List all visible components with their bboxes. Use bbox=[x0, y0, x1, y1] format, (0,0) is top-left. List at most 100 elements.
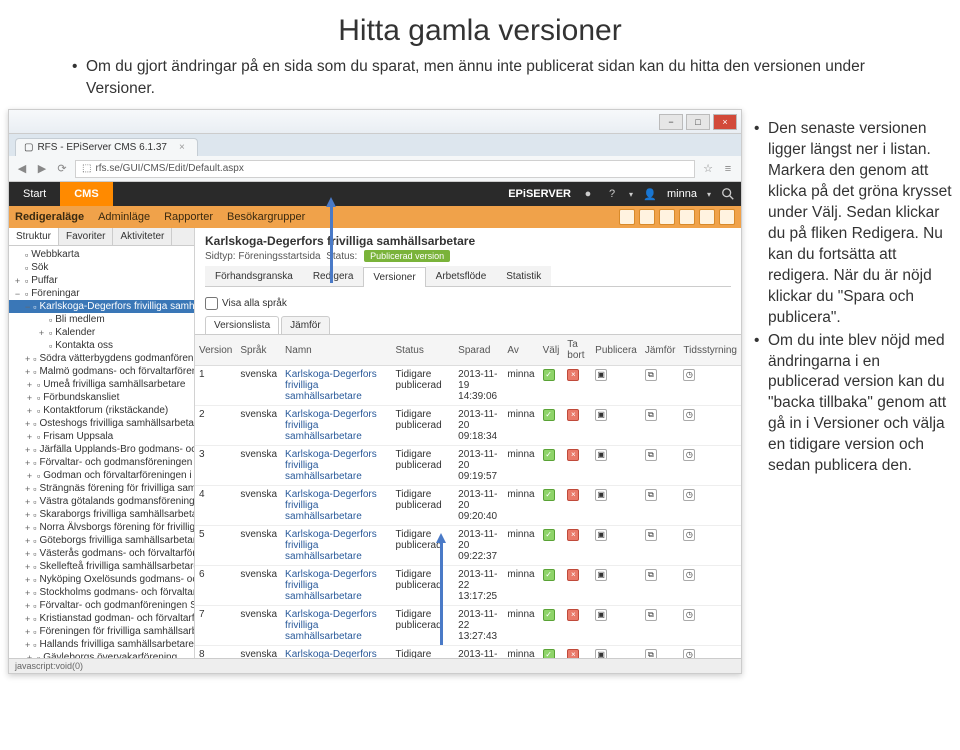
delete-icon[interactable]: × bbox=[567, 609, 579, 621]
table-row[interactable]: 5svenskaKarlskoga-Degerfors frivilliga s… bbox=[195, 526, 741, 566]
publish-icon[interactable]: ▣ bbox=[595, 569, 607, 581]
tree-item[interactable]: +▫Skellefteå frivilliga samhällsarbetare bbox=[9, 560, 194, 573]
tree-item[interactable]: +▫Kalender bbox=[9, 326, 194, 339]
tree-item[interactable]: +▫Förvaltar- och godmanföreningen S bbox=[9, 599, 194, 612]
select-icon[interactable]: ✓ bbox=[543, 489, 555, 501]
forward-icon[interactable]: ▶ bbox=[35, 162, 49, 176]
tree-toggle-icon[interactable]: + bbox=[25, 640, 30, 650]
tree-toggle-icon[interactable]: + bbox=[25, 627, 30, 637]
tree-item[interactable]: +▫Stockholms godmans- och förvaltarf bbox=[9, 586, 194, 599]
tree-item[interactable]: +▫Norra Älvsborgs förening för frivillig… bbox=[9, 521, 194, 534]
version-name-link[interactable]: Karlskoga-Degerfors frivilliga samhällsa… bbox=[285, 649, 377, 658]
tree-item[interactable]: +▫Förbundskansliet bbox=[9, 391, 194, 404]
bookmark-icon[interactable]: ☆ bbox=[701, 162, 715, 176]
table-row[interactable]: 3svenskaKarlskoga-Degerfors frivilliga s… bbox=[195, 446, 741, 486]
tree-toggle-icon[interactable]: + bbox=[25, 432, 34, 442]
tree-toggle-icon[interactable]: + bbox=[25, 549, 30, 559]
toolbar-icon[interactable] bbox=[639, 209, 655, 225]
tree-item[interactable]: +▫Osteshogs frivilliga samhällsarbetar bbox=[9, 417, 194, 430]
tree-toggle-icon[interactable]: + bbox=[25, 484, 30, 494]
select-icon[interactable]: ✓ bbox=[543, 569, 555, 581]
table-row[interactable]: 2svenskaKarlskoga-Degerfors frivilliga s… bbox=[195, 406, 741, 446]
tree-toggle-icon[interactable]: + bbox=[25, 588, 30, 598]
window-minimize-button[interactable]: − bbox=[659, 114, 683, 130]
tree-item[interactable]: +▫Frisam Uppsala bbox=[9, 430, 194, 443]
tree-toggle-icon[interactable]: + bbox=[37, 328, 46, 338]
tree-toggle-icon[interactable]: + bbox=[25, 458, 30, 468]
toolbar-icon[interactable] bbox=[679, 209, 695, 225]
compare-icon[interactable]: ⧉ bbox=[645, 409, 657, 421]
schedule-icon[interactable]: ◷ bbox=[683, 569, 695, 581]
tree-item[interactable]: +▫Skaraborgs frivilliga samhällsarbetar bbox=[9, 508, 194, 521]
submenu-adminlage[interactable]: Adminläge bbox=[98, 211, 150, 223]
version-name-link[interactable]: Karlskoga-Degerfors frivilliga samhällsa… bbox=[285, 449, 377, 482]
tree-toggle-icon[interactable]: + bbox=[25, 523, 30, 533]
delete-icon[interactable]: × bbox=[567, 489, 579, 501]
compare-icon[interactable]: ⧉ bbox=[645, 569, 657, 581]
close-tab-icon[interactable]: × bbox=[179, 142, 185, 153]
toolbar-icon[interactable] bbox=[719, 209, 735, 225]
version-name-link[interactable]: Karlskoga-Degerfors frivilliga samhällsa… bbox=[285, 609, 377, 642]
version-name-link[interactable]: Karlskoga-Degerfors frivilliga samhällsa… bbox=[285, 529, 377, 562]
schedule-icon[interactable]: ◷ bbox=[683, 409, 695, 421]
tree-item[interactable]: +▫Västra götalands godmansförening f bbox=[9, 495, 194, 508]
globe-icon[interactable]: ● bbox=[581, 187, 595, 201]
tree-item[interactable]: +▫Förvaltar- och godmansföreningen i bbox=[9, 456, 194, 469]
tree-toggle-icon[interactable]: + bbox=[13, 276, 22, 286]
table-row[interactable]: 4svenskaKarlskoga-Degerfors frivilliga s… bbox=[195, 486, 741, 526]
tree-item[interactable]: −▫Karlskoga-Degerfors frivilliga samhä bbox=[9, 300, 194, 313]
select-icon[interactable]: ✓ bbox=[543, 369, 555, 381]
compare-icon[interactable]: ⧉ bbox=[645, 649, 657, 658]
delete-icon[interactable]: × bbox=[567, 449, 579, 461]
column-header[interactable]: Version bbox=[195, 335, 236, 366]
tree-item[interactable]: +▫Godman och förvaltarföreningen i bbox=[9, 469, 194, 482]
select-icon[interactable]: ✓ bbox=[543, 609, 555, 621]
delete-icon[interactable]: × bbox=[567, 409, 579, 421]
submenu-besokargrupper[interactable]: Besökargrupper bbox=[227, 211, 305, 223]
compare-icon[interactable]: ⧉ bbox=[645, 529, 657, 541]
window-maximize-button[interactable]: □ bbox=[686, 114, 710, 130]
publish-icon[interactable]: ▣ bbox=[595, 449, 607, 461]
dropdown-icon[interactable]: ▾ bbox=[707, 190, 711, 199]
tree-item[interactable]: +▫Västerås godmans- och förvaltarföre bbox=[9, 547, 194, 560]
compare-icon[interactable]: ⧉ bbox=[645, 369, 657, 381]
tree-toggle-icon[interactable]: + bbox=[25, 562, 30, 572]
delete-icon[interactable]: × bbox=[567, 569, 579, 581]
tree-item[interactable]: +▫Göteborgs frivilliga samhällsarbetar bbox=[9, 534, 194, 547]
publish-icon[interactable]: ▣ bbox=[595, 409, 607, 421]
tree-item[interactable]: +▫Strängnäs förening för frivilliga samh bbox=[9, 482, 194, 495]
tree-toggle-icon[interactable]: + bbox=[25, 406, 34, 416]
tree-item[interactable]: +▫Umeå frivilliga samhällsarbetare bbox=[9, 378, 194, 391]
toolbar-icon[interactable] bbox=[659, 209, 675, 225]
tree-toggle-icon[interactable]: + bbox=[25, 497, 30, 507]
tree-item[interactable]: ▫Kontakta oss bbox=[9, 339, 194, 352]
window-close-button[interactable]: × bbox=[713, 114, 737, 130]
tree-item[interactable]: −▫Föreningar bbox=[9, 287, 194, 300]
menu-icon[interactable]: ≡ bbox=[721, 162, 735, 176]
compare-icon[interactable]: ⧉ bbox=[645, 609, 657, 621]
publish-icon[interactable]: ▣ bbox=[595, 369, 607, 381]
column-header[interactable]: Språk bbox=[236, 335, 281, 366]
panel-tab-favoriter[interactable]: Favoriter bbox=[59, 228, 113, 245]
tree-toggle-icon[interactable]: + bbox=[25, 601, 30, 611]
show-all-languages-checkbox[interactable] bbox=[205, 297, 218, 310]
tree-toggle-icon[interactable]: + bbox=[25, 510, 30, 520]
tree-toggle-icon[interactable]: + bbox=[25, 354, 30, 364]
user-name[interactable]: minna bbox=[667, 188, 697, 200]
column-header[interactable]: Sparad bbox=[454, 335, 503, 366]
version-name-link[interactable]: Karlskoga-Degerfors frivilliga samhällsa… bbox=[285, 409, 377, 442]
browser-tab[interactable]: ▢ RFS - EPiServer CMS 6.1.37 × bbox=[15, 138, 198, 156]
delete-icon[interactable]: × bbox=[567, 529, 579, 541]
tree-item[interactable]: ▫Sök bbox=[9, 261, 194, 274]
content-tab[interactable]: Versioner bbox=[363, 267, 425, 287]
tree-toggle-icon[interactable]: + bbox=[25, 536, 30, 546]
compare-icon[interactable]: ⧉ bbox=[645, 449, 657, 461]
tree-toggle-icon[interactable]: + bbox=[25, 445, 30, 455]
toolbar-icon[interactable] bbox=[699, 209, 715, 225]
column-header[interactable]: Ta bort bbox=[563, 335, 591, 366]
tree-item[interactable]: +▫Malmö godmans- och förvaltarfören bbox=[9, 365, 194, 378]
table-row[interactable]: 7svenskaKarlskoga-Degerfors frivilliga s… bbox=[195, 606, 741, 646]
tree-toggle-icon[interactable]: − bbox=[13, 289, 22, 299]
column-header[interactable]: Av bbox=[503, 335, 538, 366]
tree-item[interactable]: +▫Kontaktforum (rikstäckande) bbox=[9, 404, 194, 417]
